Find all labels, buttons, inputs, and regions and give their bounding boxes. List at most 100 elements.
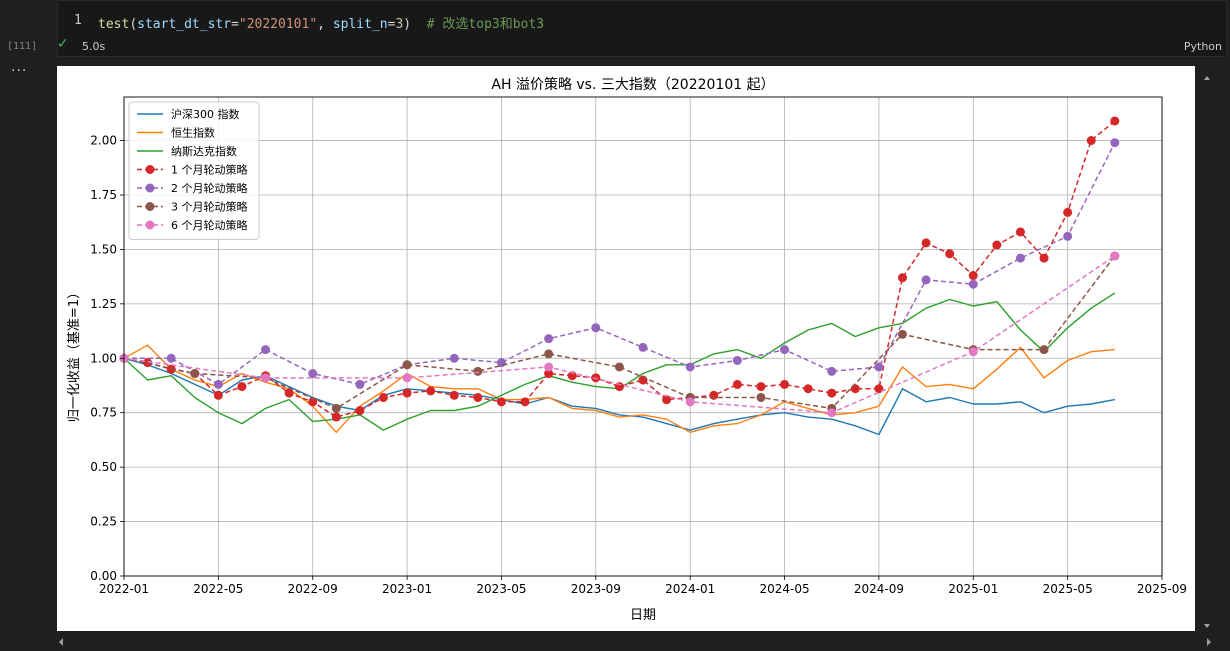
execution-count: [111] [7,41,38,52]
y-tick-label: 0.75 [90,406,117,420]
series-4-point [213,390,223,400]
series-5-point [308,369,318,379]
x-tick-label: 2023-01 [382,582,432,596]
horizontal-scrollbar[interactable] [57,636,1217,648]
y-tick-label: 0.50 [90,460,117,474]
series-4-point [921,238,931,248]
y-tick-label: 1.25 [90,297,117,311]
series-5-point [1063,231,1073,241]
series-4-point [992,240,1002,250]
series-4-point [732,379,742,389]
y-axis-label: 归一化收益（基准=1） [67,286,82,422]
x-tick-label: 2024-05 [759,582,809,596]
series-5-point [921,275,931,285]
legend-label: 1 个月轮动策略 [171,163,248,177]
legend-label: 纳斯达克指数 [171,144,237,158]
series-7-point [1110,251,1120,261]
legend-label: 6 个月轮动策略 [171,218,248,232]
x-tick-label: 2022-01 [99,582,149,596]
series-4-point [1015,227,1025,237]
series-7-point [685,397,695,407]
code-param-1: start_dt_str [137,17,232,32]
series-5-point [449,353,459,363]
series-6-point [756,392,766,402]
line-number: 1 [74,13,82,28]
series-6-point [1039,345,1049,355]
series-4-point [1039,253,1049,263]
execution-time: 5.0s [82,40,106,53]
legend-label: 恒生指数 [171,126,215,140]
series-5-point [355,379,365,389]
series-6-point [331,403,341,413]
series-4-point [874,384,884,394]
series-4-point [379,392,388,402]
series-4-point [331,412,341,422]
series-4-point [426,386,436,396]
series-4-point [898,273,907,283]
legend-marker [145,202,155,211]
y-tick-label: 1.75 [90,188,117,202]
plot-frame [123,96,1163,577]
y-tick-label: 1.50 [90,242,117,256]
series-4-point [756,382,766,392]
series-5-point [685,362,695,372]
series-6-point [898,329,907,339]
x-tick-label: 2025-09 [1137,582,1187,596]
code-line[interactable]: test(start_dt_str="20220101", split_n=3)… [98,13,544,32]
legend-marker [145,183,155,193]
code-param-2: split_n [332,17,388,32]
chart-legend: 沪深300 指数恒生指数纳斯达克指数 1 个月轮动策略 2 个月轮动策略 3 个月轮动… [128,101,260,240]
x-tick-label: 2024-09 [854,582,904,596]
x-tick-label: 2025-01 [948,582,998,596]
series-5-point [874,362,884,372]
series-5-point [166,353,176,363]
series-4-point [496,397,506,407]
series-7-point [261,373,271,383]
x-tick-label: 2022-09 [288,582,338,596]
series-4-point [1086,136,1096,146]
y-tick-label: 0.00 [90,569,117,583]
y-tick-label: 2.00 [90,134,117,148]
cell-output: AH 溢价策略 vs. 三大指数（20220101 起） 日期 归一化收益（基准… [57,66,1195,631]
series-4-point [449,390,459,400]
series-4-point [520,397,530,407]
more-actions-icon[interactable]: ··· [11,63,27,79]
series-4-point [709,390,719,400]
series-4-point [827,388,837,398]
x-tick-label: 2023-05 [476,582,526,596]
y-tick-label: 1.00 [90,351,117,365]
legend-label: 3 个月轮动策略 [171,200,248,214]
legend-marker [145,220,155,230]
series-4-point [614,382,624,392]
series-5-point [732,355,742,365]
code-value-1: "20220101" [238,17,318,32]
code-cell-input[interactable]: 1 test(start_dt_str="20220101", split_n=… [57,0,1227,57]
series-line-4 [123,120,1116,418]
series-6-point [402,360,412,370]
series-line-3 [123,292,1116,431]
series-5-point [638,342,648,352]
series-6-point [473,366,483,376]
series-5-point [780,345,790,355]
series-5-point [827,366,837,376]
series-4-point [1063,207,1073,217]
series-5-point [213,379,223,389]
series-7-point [827,408,837,418]
series-4-point [473,392,483,402]
series-4-point [780,379,790,389]
language-label[interactable]: Python [1184,40,1222,53]
series-5-point [591,323,601,333]
vertical-scrollbar[interactable] [1202,74,1212,630]
series-4-point [1110,116,1120,126]
series-7-point [402,373,412,383]
series-5-point [544,334,554,344]
x-tick-label: 2022-05 [193,582,243,596]
series-7-point [544,362,554,372]
series-4-point [402,388,412,398]
series-6-point [614,362,624,372]
series-5-point [968,279,978,289]
chart-title: AH 溢价策略 vs. 三大指数（20220101 起） [491,76,774,93]
code-function: test [98,17,130,32]
x-tick-label: 2024-01 [665,582,715,596]
series-4-point [803,384,813,394]
